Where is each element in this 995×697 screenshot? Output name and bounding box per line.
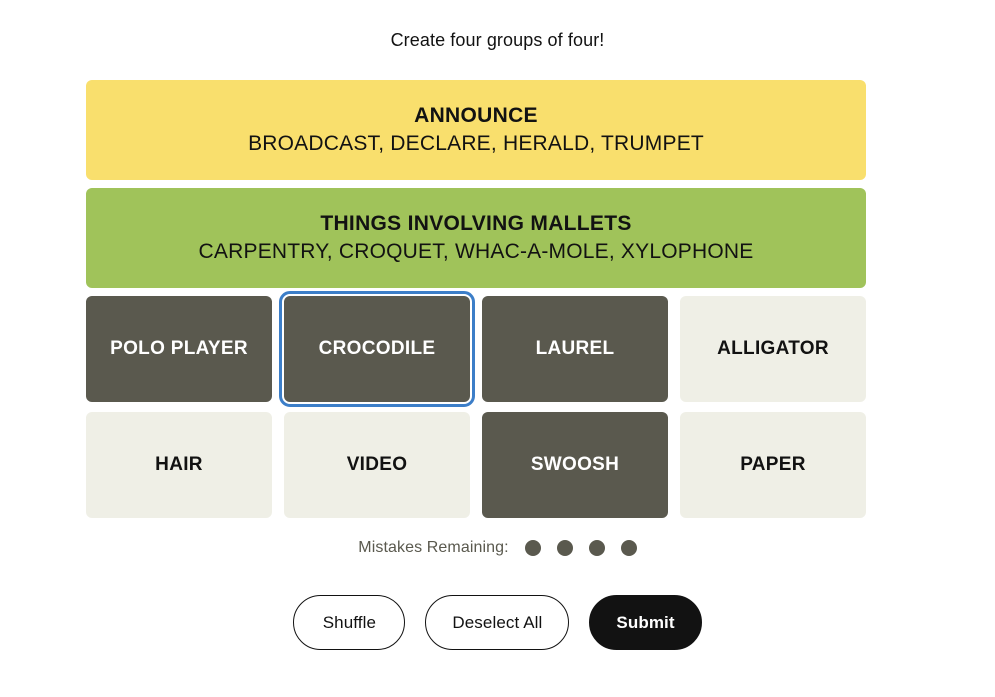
tile-crocodile[interactable]: CROCODILE [279,291,475,407]
tile-laurel[interactable]: LAUREL [482,296,668,402]
tile-polo-player[interactable]: POLO PLAYER [86,296,272,402]
connections-game: Create four groups of four! ANNOUNCE BROA… [0,0,995,697]
deselect-all-button[interactable]: Deselect All [425,595,570,650]
solved-category-title: ANNOUNCE [414,103,538,127]
submit-button[interactable]: Submit [589,595,702,650]
tile-row: POLO PLAYER CROCODILE LAUREL ALLIGATOR [86,291,866,407]
filled-circle-icon [588,540,605,556]
tile-video[interactable]: VIDEO [284,412,470,518]
mistake-dots [524,540,637,556]
filled-circle-icon [620,540,637,556]
solved-category-members: CARPENTRY, CROQUET, WHAC-A-MOLE, XYLOPHO… [198,239,754,263]
tile-paper[interactable]: PAPER [680,412,866,518]
solved-categories: ANNOUNCE BROADCAST, DECLARE, HERALD, TRUM… [86,80,866,288]
filled-circle-icon [556,540,573,556]
solved-category-title: THINGS INVOLVING MALLETS [320,211,632,235]
shuffle-button[interactable]: Shuffle [293,595,406,650]
filled-circle-icon [524,540,541,556]
mistakes-label: Mistakes Remaining: [358,539,509,556]
tile-grid: POLO PLAYER CROCODILE LAUREL ALLIGATOR HAIR V… [86,291,866,518]
tile-row: HAIR VIDEO SWOOSH PAPER [86,412,866,518]
game-controls: Shuffle Deselect All Submit [0,595,995,650]
page-title: Create four groups of four! [390,30,605,50]
mistakes-remaining: Mistakes Remaining: [0,538,995,558]
solved-category-members: BROADCAST, DECLARE, HERALD, TRUMPET [248,131,704,155]
solved-category-yellow: ANNOUNCE BROADCAST, DECLARE, HERALD, TRUM… [86,80,866,180]
solved-category-green: THINGS INVOLVING MALLETS CARPENTRY, CROQU… [86,188,866,288]
puzzle-board: ANNOUNCE BROADCAST, DECLARE, HERALD, TRUM… [86,80,866,518]
tile-alligator[interactable]: ALLIGATOR [680,296,866,402]
tile-swoosh[interactable]: SWOOSH [482,412,668,518]
tile-hair[interactable]: HAIR [86,412,272,518]
